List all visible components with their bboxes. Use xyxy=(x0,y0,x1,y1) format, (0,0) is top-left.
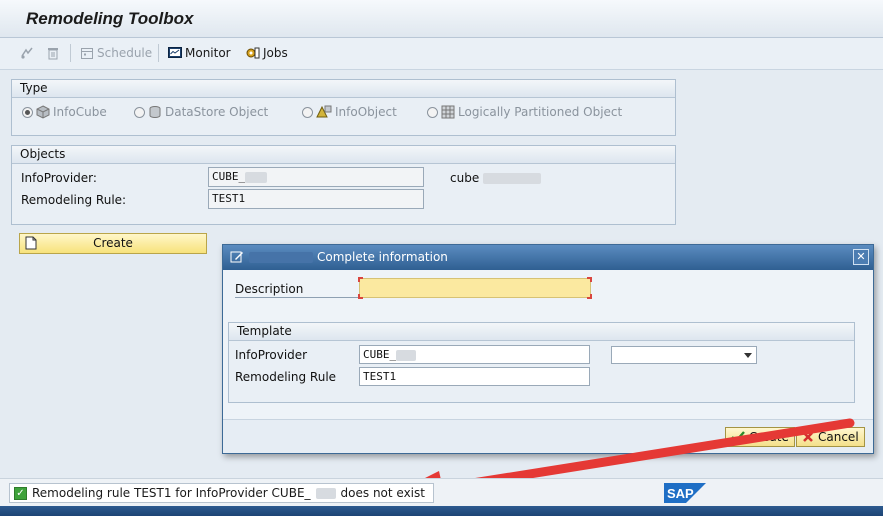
radio-button[interactable] xyxy=(22,106,33,118)
redacted-text xyxy=(245,171,268,183)
status-bar: ✓ Remodeling rule TEST1 for InfoProvider… xyxy=(0,478,883,506)
template-infoprovider-value: CUBE_ xyxy=(363,348,397,361)
remodeling-rule-field[interactable]: TEST1 xyxy=(208,189,424,209)
jobs-button[interactable]: Jobs xyxy=(246,46,288,60)
infoprovider-field[interactable]: CUBE_ xyxy=(208,167,424,187)
infoobject-icon xyxy=(316,105,332,118)
schedule-button[interactable]: Schedule xyxy=(80,46,152,60)
description-input[interactable] xyxy=(358,277,592,299)
partitioned-object-icon xyxy=(441,105,455,119)
dialog-header: Complete information ✕ xyxy=(223,245,873,270)
template-rule-label: Remodeling Rule xyxy=(235,370,337,384)
close-icon: ✕ xyxy=(856,250,866,263)
toolbar-separator xyxy=(70,44,71,62)
toolbar-separator xyxy=(158,44,159,62)
dialog-title: Complete information xyxy=(317,250,448,264)
datastore-icon xyxy=(149,106,161,118)
edit-dialog-icon xyxy=(230,251,243,263)
infoprovider-description: cube xyxy=(450,171,542,185)
type-option-label: InfoCube xyxy=(53,105,107,119)
radio-button[interactable] xyxy=(427,106,438,118)
redacted-text xyxy=(396,349,417,361)
infocube-icon xyxy=(36,105,50,119)
type-option-partitioned[interactable]: Logically Partitioned Object xyxy=(427,105,622,119)
type-option-infocube[interactable]: InfoCube xyxy=(22,105,107,119)
other-object-button[interactable] xyxy=(20,46,34,60)
schedule-icon xyxy=(81,48,93,59)
schedule-label: Schedule xyxy=(97,46,153,60)
application-toolbar: Schedule Monitor Jobs xyxy=(0,38,883,70)
infoprovider-label: InfoProvider: xyxy=(21,171,97,185)
template-infoprovider-field[interactable]: CUBE_ xyxy=(359,345,590,364)
sap-logo-text: SAP xyxy=(667,486,694,501)
template-rule-field[interactable]: TEST1 xyxy=(359,367,590,386)
radio-button[interactable] xyxy=(302,106,313,118)
monitor-label: Monitor xyxy=(185,46,231,60)
status-text-tail: does not exist xyxy=(340,486,425,500)
type-option-datastore[interactable]: DataStore Object xyxy=(134,105,268,119)
objects-group-title: Objects xyxy=(12,146,675,164)
create-button[interactable]: Create xyxy=(19,233,207,254)
template-infoprovider-select[interactable] xyxy=(611,346,757,364)
description-label: Description xyxy=(235,282,360,298)
document-icon xyxy=(25,236,37,250)
required-marker xyxy=(587,277,592,282)
trash-icon xyxy=(48,48,58,60)
status-message[interactable]: ✓ Remodeling rule TEST1 for InfoProvider… xyxy=(9,483,434,503)
template-group-title: Template xyxy=(229,323,854,341)
monitor-icon xyxy=(168,47,182,58)
display-change-icon xyxy=(21,47,33,59)
type-group: Type InfoCube DataStore Object InfoObjec… xyxy=(11,79,676,136)
delete-button[interactable] xyxy=(46,46,60,60)
create-button-label: Create xyxy=(93,236,133,250)
type-option-label: InfoObject xyxy=(335,105,397,119)
window-bottom-border xyxy=(0,506,883,516)
remodeling-rule-label: Remodeling Rule: xyxy=(21,193,127,207)
required-marker xyxy=(358,294,363,299)
title-bar: Remodeling Toolbox xyxy=(0,0,883,38)
redacted-text xyxy=(315,487,336,499)
type-group-title: Type xyxy=(12,80,675,98)
redacted-text xyxy=(249,252,313,263)
radio-button[interactable] xyxy=(134,106,145,118)
close-button[interactable]: ✕ xyxy=(853,249,869,265)
required-marker xyxy=(587,294,592,299)
jobs-label: Jobs xyxy=(263,46,288,60)
page-title: Remodeling Toolbox xyxy=(26,9,194,28)
type-option-infoobject[interactable]: InfoObject xyxy=(302,105,397,119)
monitor-button[interactable]: Monitor xyxy=(168,46,231,60)
redacted-text xyxy=(483,173,542,184)
required-marker xyxy=(358,277,363,282)
status-text: Remodeling rule TEST1 for InfoProvider C… xyxy=(32,486,311,500)
type-option-label: DataStore Object xyxy=(165,105,269,119)
chevron-down-icon xyxy=(744,353,752,358)
template-infoprovider-label: InfoProvider xyxy=(235,348,308,362)
infoprovider-value: CUBE_ xyxy=(212,170,246,183)
type-option-label: Logically Partitioned Object xyxy=(458,105,623,119)
sap-logo: SAP xyxy=(664,483,706,503)
infoprovider-desc-text: cube xyxy=(450,171,480,185)
success-check-icon: ✓ xyxy=(14,486,27,500)
jobs-icon xyxy=(246,47,260,59)
